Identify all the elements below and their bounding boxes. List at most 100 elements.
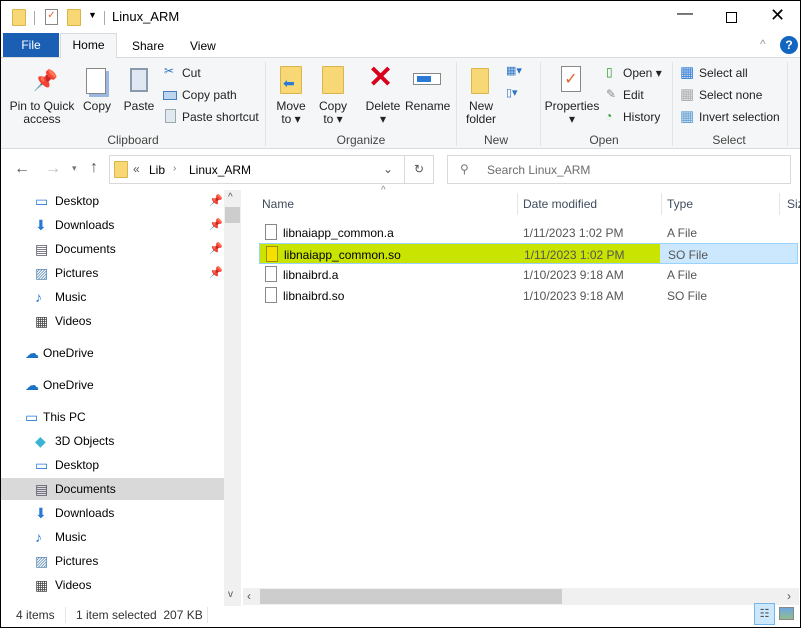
nav-scrollbar[interactable]: ^ v	[224, 190, 241, 606]
help-icon[interactable]: ?	[780, 36, 798, 54]
breadcrumb-separator-icon[interactable]: ›	[173, 163, 176, 174]
file-date: 1/10/2023 9:18 AM	[523, 268, 624, 282]
file-row[interactable]: libnaiapp_common.so 1/11/2023 1:02 PM SO F…	[259, 243, 798, 264]
address-dropdown-icon[interactable]: ⌄	[383, 162, 393, 176]
large-icons-view-button[interactable]	[779, 607, 794, 620]
pin-icon[interactable]: 📌	[209, 266, 223, 279]
nav-item-pictures[interactable]: ▨ Pictures 📌	[1, 262, 224, 284]
move-to-button[interactable]: Move to ▾	[273, 100, 309, 126]
cut-button[interactable]: Cut	[182, 66, 201, 80]
up-button[interactable]: ↑	[90, 159, 98, 177]
delete-button[interactable]: Delete ▾	[363, 100, 403, 126]
new-folder-qat-icon[interactable]	[67, 9, 81, 26]
copy-path-button[interactable]: Copy path	[182, 88, 237, 102]
sort-ascending-icon: ^	[381, 185, 386, 196]
file-row[interactable]: libnaibrd.so 1/10/2023 9:18 AM SO File	[259, 285, 798, 306]
nav-item-videos[interactable]: ▦ Videos	[1, 574, 224, 596]
paste-shortcut-button[interactable]: Paste shortcut	[182, 110, 259, 124]
nav-item-pictures[interactable]: ▨ Pictures	[1, 550, 224, 572]
new-folder-button[interactable]: New folder	[463, 100, 499, 126]
edit-button[interactable]: Edit	[623, 88, 644, 102]
tab-view[interactable]: View	[190, 39, 216, 53]
forward-button[interactable]: →	[45, 160, 61, 178]
videos-icon: ▦	[35, 577, 49, 593]
nav-item-3d-objects[interactable]: ◆ 3D Objects	[1, 430, 224, 452]
file-type: A File	[667, 226, 698, 240]
horizontal-scrollbar[interactable]: ‹ ›	[243, 588, 799, 605]
rename-button[interactable]: Rename	[405, 100, 450, 113]
status-item-count: 4 items	[16, 608, 55, 622]
pin-icon[interactable]: 📌	[209, 218, 223, 231]
file-row[interactable]: libnaibrd.a 1/10/2023 9:18 AM A File	[259, 264, 798, 285]
tab-file[interactable]: File	[3, 33, 59, 57]
nav-item-music[interactable]: ♪ Music	[1, 286, 224, 308]
onedrive-icon: ☁	[25, 377, 39, 393]
breadcrumb-lib[interactable]: Lib	[149, 163, 165, 177]
music-icon: ♪	[35, 529, 42, 545]
back-button[interactable]: ←	[14, 160, 30, 178]
properties-qat-icon[interactable]: ✓	[45, 9, 58, 25]
tab-share[interactable]: Share	[132, 39, 164, 53]
column-header-date-modified[interactable]: Date modified	[523, 197, 597, 211]
file-date: 1/11/2023 1:02 PM	[523, 226, 624, 240]
column-header-size[interactable]: Size	[787, 197, 800, 211]
folder-icon	[114, 161, 128, 178]
horizontal-scrollbar-thumb[interactable]	[260, 589, 562, 604]
nav-scrollbar-thumb[interactable]	[225, 207, 240, 223]
address-bar[interactable]: « Lib › Linux_ARM ⌄	[109, 155, 405, 184]
select-all-button[interactable]: Select all	[699, 66, 748, 80]
nav-item-onedrive[interactable]: ☁ OneDrive	[1, 374, 224, 396]
tab-home[interactable]: Home	[60, 33, 117, 58]
qat-dropdown-icon[interactable]: ▼	[88, 10, 97, 20]
refresh-button[interactable]: ↻	[404, 155, 434, 184]
pin-icon[interactable]: 📌	[209, 242, 223, 255]
breadcrumb-linux-arm[interactable]: Linux_ARM	[189, 163, 251, 177]
recent-locations-icon[interactable]: ▾	[72, 163, 77, 174]
collapse-ribbon-icon[interactable]: ^	[760, 37, 766, 51]
desktop-icon: ▭	[35, 193, 49, 209]
nav-item-videos[interactable]: ▦ Videos	[1, 310, 224, 332]
nav-item-this-pc[interactable]: ▭ This PC	[1, 406, 224, 428]
paste-icon	[130, 68, 148, 92]
nav-item-documents[interactable]: ▤ Documents	[1, 478, 224, 500]
nav-item-desktop[interactable]: ▭ Desktop 📌	[1, 190, 224, 212]
nav-item-label: Videos	[55, 578, 92, 592]
pin-to-quick-access-button[interactable]: Pin to Quick access	[7, 100, 77, 126]
videos-icon: ▦	[35, 313, 49, 329]
copy-button[interactable]: Copy	[81, 100, 113, 113]
downloads-icon: ⬇	[35, 505, 47, 521]
folder-icon	[12, 9, 26, 26]
copy-to-button[interactable]: Copy to ▾	[315, 100, 351, 126]
nav-item-downloads[interactable]: ⬇ Downloads	[1, 502, 224, 524]
column-header-type[interactable]: Type	[667, 197, 693, 211]
column-header-name[interactable]: Name	[262, 197, 294, 211]
properties-button[interactable]: Properties ▾	[544, 100, 600, 126]
desktop-icon: ▭	[35, 457, 49, 473]
minimize-button[interactable]: —	[677, 5, 693, 23]
nav-item-music[interactable]: ♪ Music	[1, 526, 224, 548]
easy-access-icon[interactable]: ▯▾	[506, 86, 518, 99]
pin-icon[interactable]: 📌	[209, 194, 223, 207]
maximize-button[interactable]	[726, 12, 737, 23]
nav-item-documents[interactable]: ▤ Documents 📌	[1, 238, 224, 260]
history-button[interactable]: History	[623, 110, 660, 124]
navigation-pane: ▭ Desktop 📌 ⬇ Downloads 📌 ▤ Documents 📌 ▨ Pictures…	[1, 190, 241, 606]
nav-item-onedrive[interactable]: ☁ OneDrive	[1, 342, 224, 364]
file-date: 1/10/2023 9:18 AM	[523, 289, 624, 303]
window-title: Linux_ARM	[112, 9, 180, 24]
file-row[interactable]: libnaiapp_common.a 1/11/2023 1:02 PM A Fil…	[259, 222, 798, 243]
open-button[interactable]: Open ▾	[623, 66, 662, 80]
nav-item-downloads[interactable]: ⬇ Downloads 📌	[1, 214, 224, 236]
nav-item-label: This PC	[43, 410, 86, 424]
breadcrumb-overflow[interactable]: «	[133, 162, 140, 176]
select-none-button[interactable]: Select none	[699, 88, 762, 102]
details-view-button[interactable]: ☷	[754, 603, 775, 625]
invert-selection-button[interactable]: Invert selection	[699, 110, 780, 124]
search-input[interactable]: ⚲ Search Linux_ARM	[447, 155, 791, 184]
this-pc-icon: ▭	[25, 409, 39, 425]
file-type: A File	[667, 268, 698, 282]
paste-button[interactable]: Paste	[123, 100, 155, 113]
new-item-icon[interactable]: ▦▾	[506, 64, 522, 77]
nav-item-desktop[interactable]: ▭ Desktop	[1, 454, 224, 476]
close-button[interactable]: ✕	[770, 5, 785, 26]
